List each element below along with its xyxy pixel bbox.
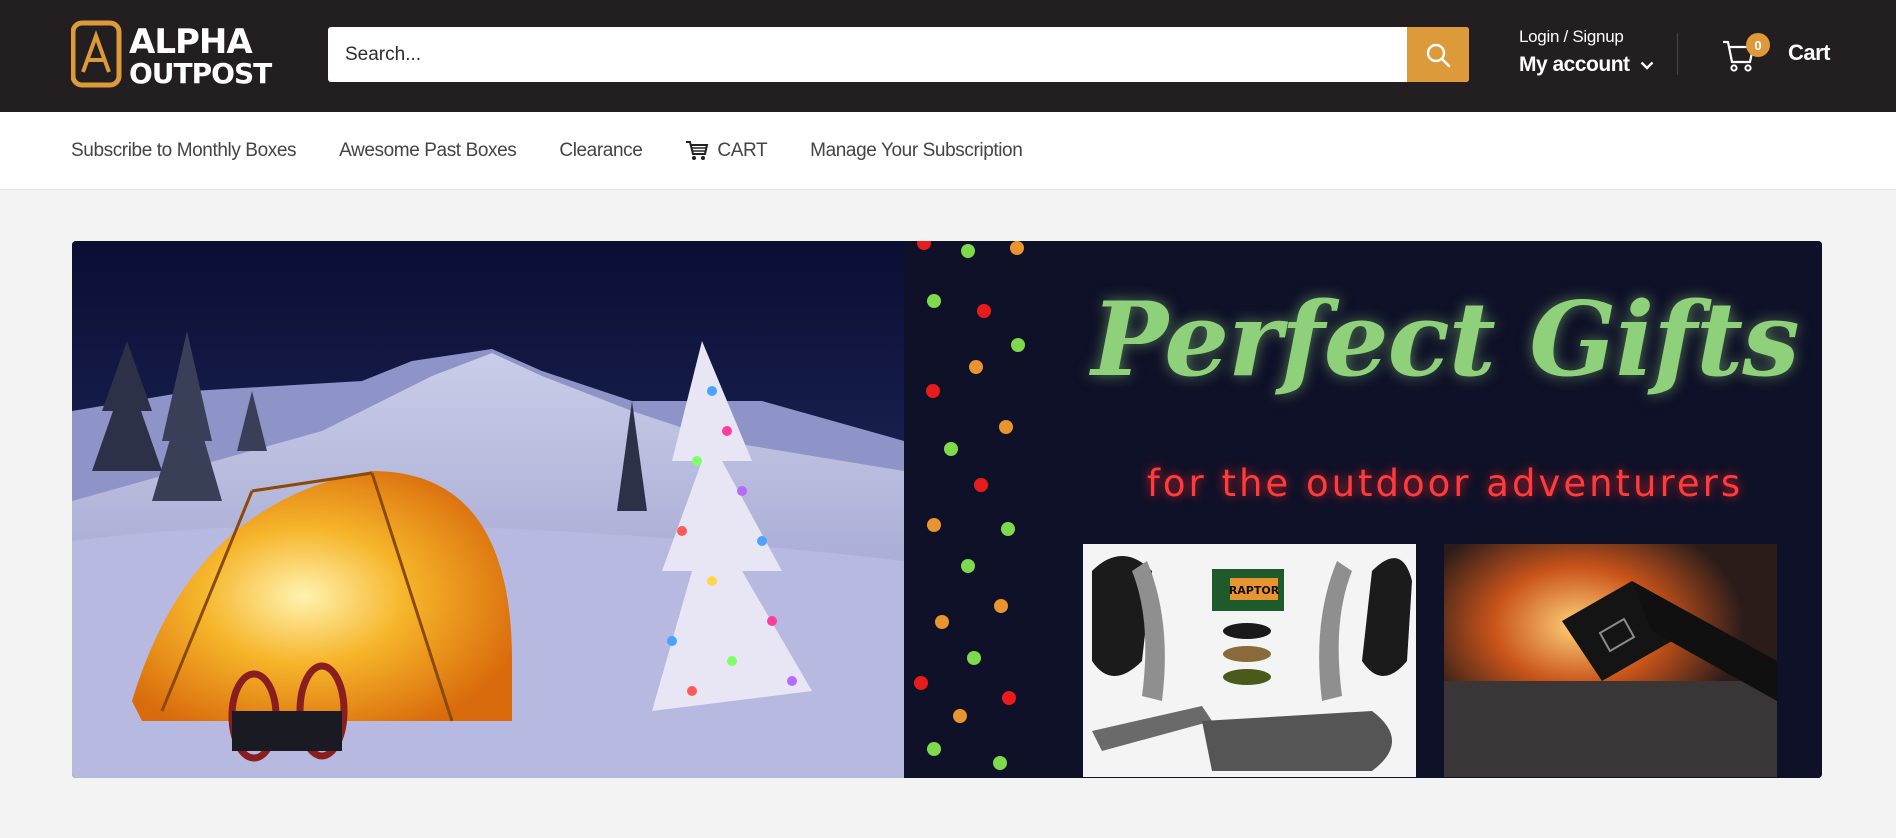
cart-button[interactable]: 0 Cart [1721,33,1831,73]
raptor-badge: RAPTOR [1229,584,1280,597]
axe-campfire-product-photo [1444,544,1777,777]
nav-item-past-boxes[interactable]: Awesome Past Boxes [339,140,517,162]
winter-camp-photo [72,241,904,778]
alpha-outpost-logo[interactable]: ALPHA OUTPOST [70,20,279,90]
shopping-cart-icon [686,141,709,160]
logo-text-top: ALPHA [129,22,253,62]
banner-subtitle: for the outdoor adventurers [1146,462,1744,505]
search-bar [328,27,1469,82]
nav-item-manage-subscription[interactable]: Manage Your Subscription [810,140,1023,162]
knife-kit-product-photo: RAPTOR [1083,544,1416,777]
nav-item-cart[interactable]: CART [685,140,768,162]
my-account-toggle[interactable]: My account [1519,53,1654,77]
nav-item-clearance[interactable]: Clearance [559,140,642,162]
my-account-label: My account [1519,53,1630,76]
cart-count-badge: 0 [1746,33,1770,57]
search-icon [1426,43,1451,67]
cart-icon: 0 [1721,33,1770,73]
account-menu[interactable]: Login / Signup My account [1519,27,1654,77]
header-divider [1677,33,1678,75]
search-button[interactable] [1407,27,1469,82]
login-signup-link[interactable]: Login / Signup [1519,27,1654,47]
banner-title: Perfect Gifts [1091,280,1799,400]
cart-label: Cart [1788,40,1831,65]
main-navigation: Subscribe to Monthly Boxes Awesome Past … [0,112,1896,190]
search-input[interactable] [328,27,1407,82]
logo-text-bottom: OUTPOST [129,57,272,88]
site-header: ALPHA OUTPOST Login / Signup My account [0,0,1896,112]
chevron-down-icon [1640,61,1653,70]
nav-item-subscribe[interactable]: Subscribe to Monthly Boxes [71,140,297,162]
